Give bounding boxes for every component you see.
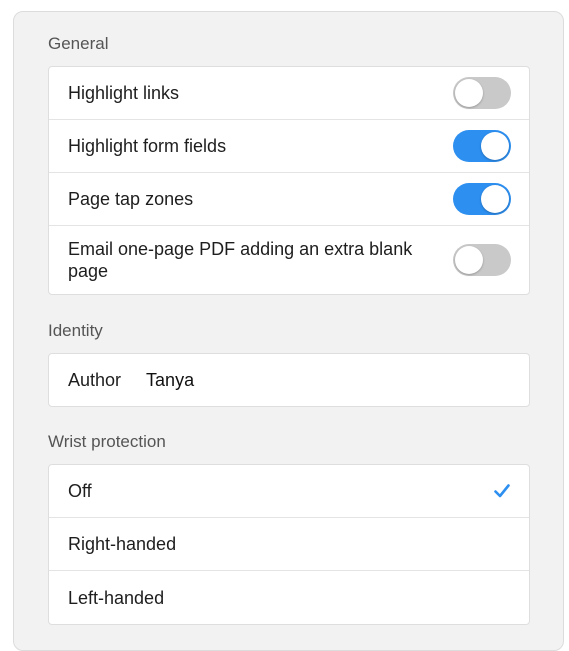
toggle-knob [481,185,509,213]
highlight-form-fields-row[interactable]: Highlight form fields [49,120,529,173]
section-header-wrist-protection: Wrist protection [48,432,166,451]
highlight-links-label: Highlight links [68,83,180,103]
highlight-links-row[interactable]: Highlight links [49,67,529,120]
highlight-form-fields-label: Highlight form fields [68,136,227,156]
wrist-protection-group: Off Right-handed Left-handed [48,464,530,625]
section-header-general: General [48,34,109,53]
author-label: Author [68,370,122,390]
author-row[interactable]: Author Tanya [49,354,529,406]
email-one-page-pdf-toggle[interactable] [453,244,511,276]
wrist-option-right-handed[interactable]: Right-handed [49,518,529,571]
page-tap-zones-row[interactable]: Page tap zones [49,173,529,226]
page-tap-zones-toggle[interactable] [453,183,511,215]
author-field[interactable]: Tanya [146,369,194,391]
identity-group: Author Tanya [48,353,530,407]
wrist-option-right-handed-label: Right-handed [68,534,177,554]
toggle-knob [455,79,483,107]
wrist-option-left-handed-label: Left-handed [68,587,165,608]
wrist-option-off-label: Off [68,481,92,501]
wrist-option-off[interactable]: Off [49,465,529,518]
page-tap-zones-label: Page tap zones [68,189,194,209]
highlight-links-toggle[interactable] [453,77,511,109]
general-group: Highlight links Highlight form fields Pa… [48,66,530,295]
toggle-knob [455,246,483,274]
highlight-form-fields-toggle[interactable] [453,130,511,162]
section-header-identity: Identity [48,321,103,340]
toggle-knob [481,132,509,160]
checkmark-icon [494,484,510,498]
wrist-option-left-handed[interactable]: Left-handed [49,571,529,624]
email-one-page-pdf-row[interactable]: Email one-page PDF adding an extra blank… [49,226,529,294]
email-one-page-pdf-label: Email one-page PDF adding an extra blank… [68,239,413,281]
